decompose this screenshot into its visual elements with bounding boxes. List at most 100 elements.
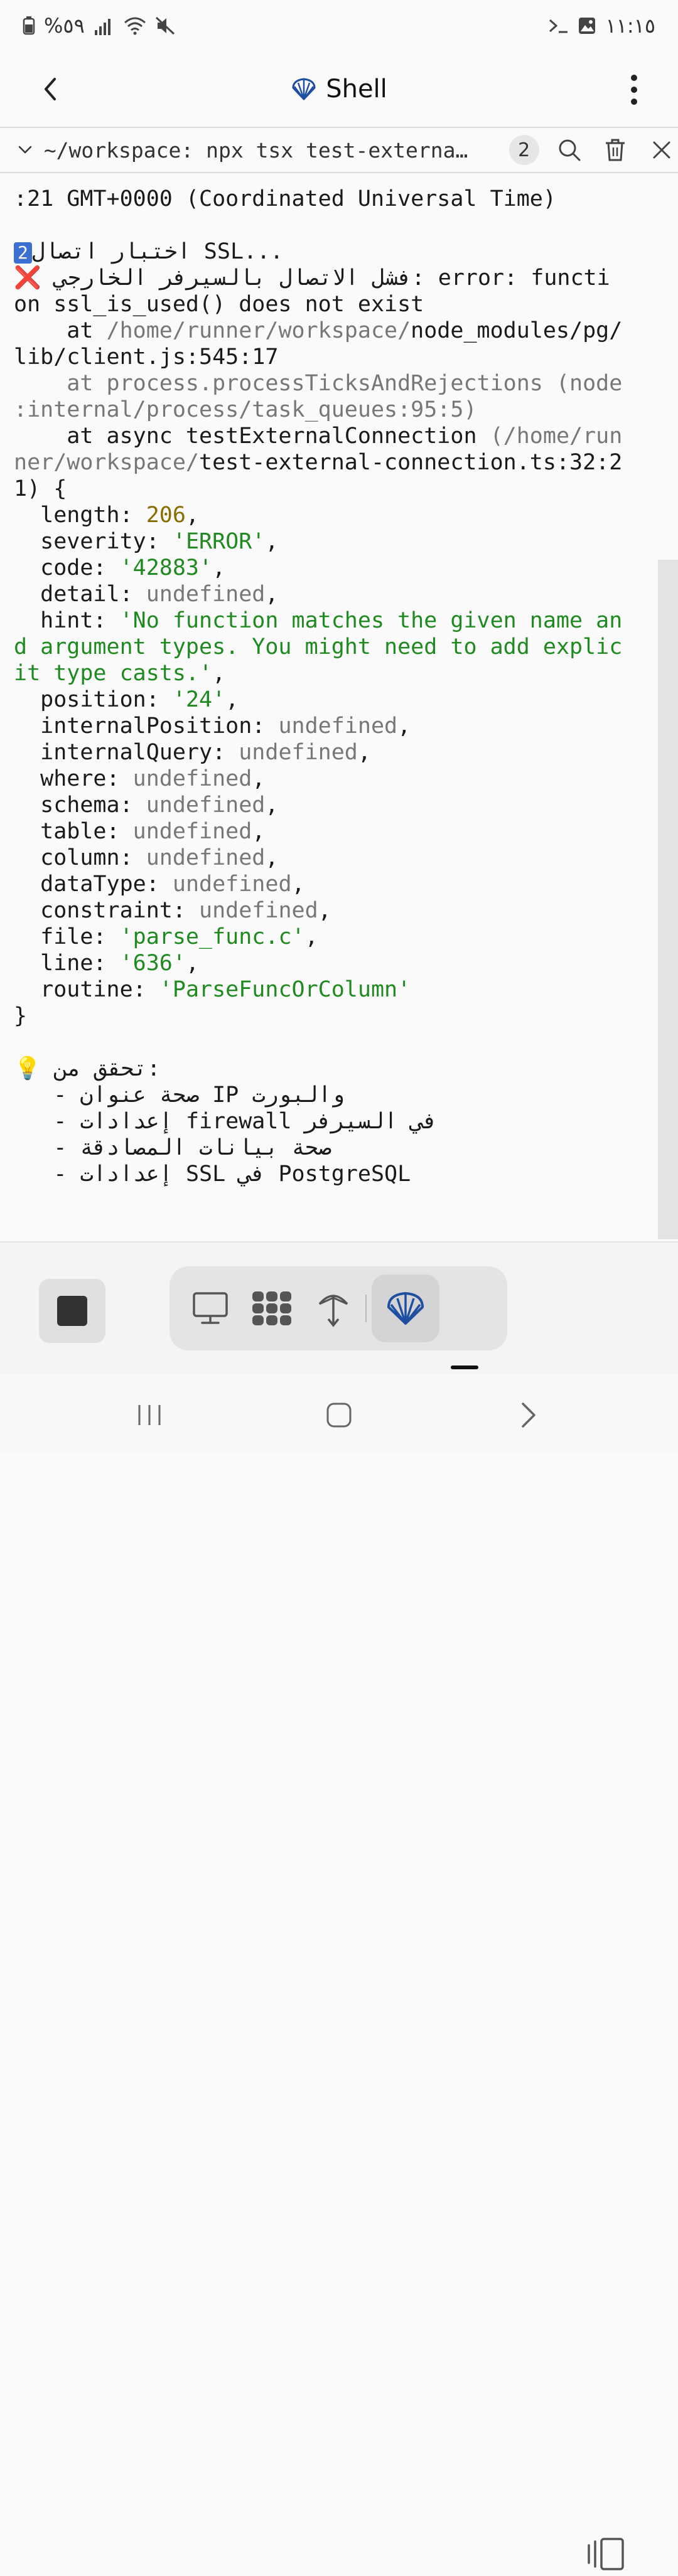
- property-key: detail:: [14, 582, 146, 607]
- property-value: undefined: [146, 845, 266, 870]
- terminal-output[interactable]: :21 GMT+0000 (Coordinated Universal Time…: [0, 177, 678, 1239]
- terminal-line: lib/client.js:545:17: [14, 345, 279, 370]
- terminal-line-text: فشل الاتصال بالسيرفر الخارجي: error: fun…: [41, 265, 610, 291]
- property-key: column:: [14, 845, 146, 870]
- terminal-line: 2 اختبار اتصال SSL...: [14, 238, 678, 265]
- packages-tool-button[interactable]: [245, 1281, 299, 1335]
- property-value: undefined: [278, 713, 398, 739]
- property-value: undefined: [146, 582, 266, 607]
- property-key: where:: [14, 766, 133, 791]
- terminal-line: routine: 'ParseFuncOrColumn': [14, 976, 678, 1003]
- property-value: it type casts.': [14, 661, 213, 686]
- property-key: line:: [14, 951, 120, 976]
- close-icon: [653, 141, 670, 159]
- terminal-line: file: 'parse_func.c',: [14, 924, 318, 949]
- property-key: code:: [14, 555, 120, 580]
- clear-button[interactable]: [599, 134, 632, 166]
- terminal-line: at /home/runner/workspace/node_modules/p…: [14, 318, 678, 344]
- deploy-icon: [318, 1295, 348, 1327]
- clock: ١١:١٥: [605, 14, 655, 38]
- tab-expand-button[interactable]: [11, 146, 39, 154]
- search-button[interactable]: [553, 134, 586, 166]
- tool-switcher: [170, 1266, 507, 1350]
- property-value: undefined: [132, 819, 252, 844]
- wifi-icon: [124, 17, 146, 35]
- terminal-line: dataType: undefined,: [14, 872, 305, 897]
- shell-tool-button[interactable]: [372, 1275, 439, 1342]
- bottom-toolbar: [0, 1241, 678, 2570]
- property-key: schema:: [14, 793, 146, 818]
- panels-button[interactable]: [584, 2532, 628, 2576]
- terminal-line-text: test-external-connection.ts:32:2: [199, 450, 623, 475]
- property-key: dataType:: [14, 872, 173, 897]
- battery-icon: [23, 16, 35, 35]
- property-value: 'No function matches the given name an: [119, 608, 623, 633]
- terminal-line: where: undefined,: [14, 766, 266, 791]
- terminal-line-text: تحقق من:: [41, 1056, 161, 1081]
- packages-icon: [252, 1291, 291, 1325]
- recents-icon: [138, 1405, 161, 1425]
- terminal-line-text: at async testExternalConnection: [14, 424, 490, 449]
- property-value: undefined: [172, 872, 292, 897]
- property-key: internalQuery:: [14, 740, 239, 765]
- terminal-scrollbar[interactable]: [658, 560, 678, 1239]
- back-button[interactable]: [31, 70, 69, 108]
- terminal-line-text: node_modules/pg/: [411, 318, 623, 343]
- terminal-line-path: /home/runner/workspace/: [106, 318, 411, 343]
- property-value: 'ParseFuncOrColumn': [159, 977, 411, 1002]
- close-button[interactable]: [645, 134, 678, 166]
- terminal-line: :internal/process/task_queues:95:5): [14, 397, 477, 422]
- property-value: undefined: [132, 766, 252, 791]
- terminal-line: schema: undefined,: [14, 793, 279, 818]
- property-value: '24': [172, 687, 226, 712]
- trash-icon: [606, 139, 625, 161]
- session-count-badge[interactable]: 2: [508, 135, 539, 165]
- terminal-line: ner/workspace/test-external-connection.t…: [14, 449, 678, 476]
- terminal-line: 1) {: [14, 476, 67, 501]
- stop-icon: [57, 1296, 87, 1326]
- keycap-2-icon: 2: [14, 242, 32, 264]
- back-nav-button[interactable]: [503, 1393, 554, 1437]
- status-left: %٥٩: [23, 14, 175, 38]
- terminal-line: constraint: undefined,: [14, 898, 331, 923]
- property-value: '636': [119, 951, 186, 976]
- terminal-line: internalPosition: undefined,: [14, 713, 411, 739]
- app-bar: Shell: [0, 51, 678, 127]
- signal-icon: [94, 19, 110, 35]
- stop-button[interactable]: [39, 1279, 105, 1343]
- terminal-line: - إعدادات SSL في PostgreSQL: [14, 1162, 411, 1187]
- terminal-line-text: اختبار اتصال SSL...: [31, 239, 284, 264]
- terminal-line: internalQuery: undefined,: [14, 740, 371, 765]
- terminal-line: - إعدادات firewall في السيرفر: [14, 1109, 438, 1134]
- search-icon: [559, 139, 581, 161]
- property-value: '42883': [119, 555, 213, 580]
- property-value: 206: [146, 503, 186, 528]
- terminal-lines: :21 GMT+0000 (Coordinated Universal Time…: [0, 177, 678, 1187]
- gallery-icon: [579, 18, 596, 34]
- session-tab-title[interactable]: ~/workspace: npx tsx test-externa…: [44, 138, 500, 163]
- session-tab-bar: ~/workspace: npx tsx test-externa… 2: [0, 127, 678, 173]
- property-key: position:: [14, 687, 173, 712]
- side-panel-icon: [588, 2538, 624, 2570]
- home-button[interactable]: [314, 1393, 364, 1437]
- status-bar: %٥٩ ١١:١٥: [0, 0, 678, 51]
- terminal-line: d argument types. You might need to add …: [14, 634, 623, 660]
- recents-button[interactable]: [124, 1393, 175, 1437]
- property-value: undefined: [146, 793, 266, 818]
- shell-icon: [292, 78, 316, 100]
- home-icon: [326, 1403, 352, 1428]
- mute-icon: [155, 16, 175, 35]
- terminal-line: line: '636',: [14, 951, 200, 976]
- terminal-line: length: 206,: [14, 503, 200, 528]
- property-key: constraint:: [14, 898, 200, 923]
- terminal-line: position: '24',: [14, 687, 239, 712]
- terminal-line: it type casts.',: [14, 661, 226, 686]
- property-key: severity:: [14, 529, 173, 554]
- property-value: 'parse_func.c': [119, 924, 305, 949]
- terminal-line-text: at: [14, 318, 107, 343]
- more-options-button[interactable]: [615, 68, 653, 112]
- terminal-line: at process.processTicksAndRejections (no…: [14, 371, 623, 396]
- deploy-tool-button[interactable]: [306, 1281, 360, 1335]
- console-tool-button[interactable]: [183, 1281, 237, 1335]
